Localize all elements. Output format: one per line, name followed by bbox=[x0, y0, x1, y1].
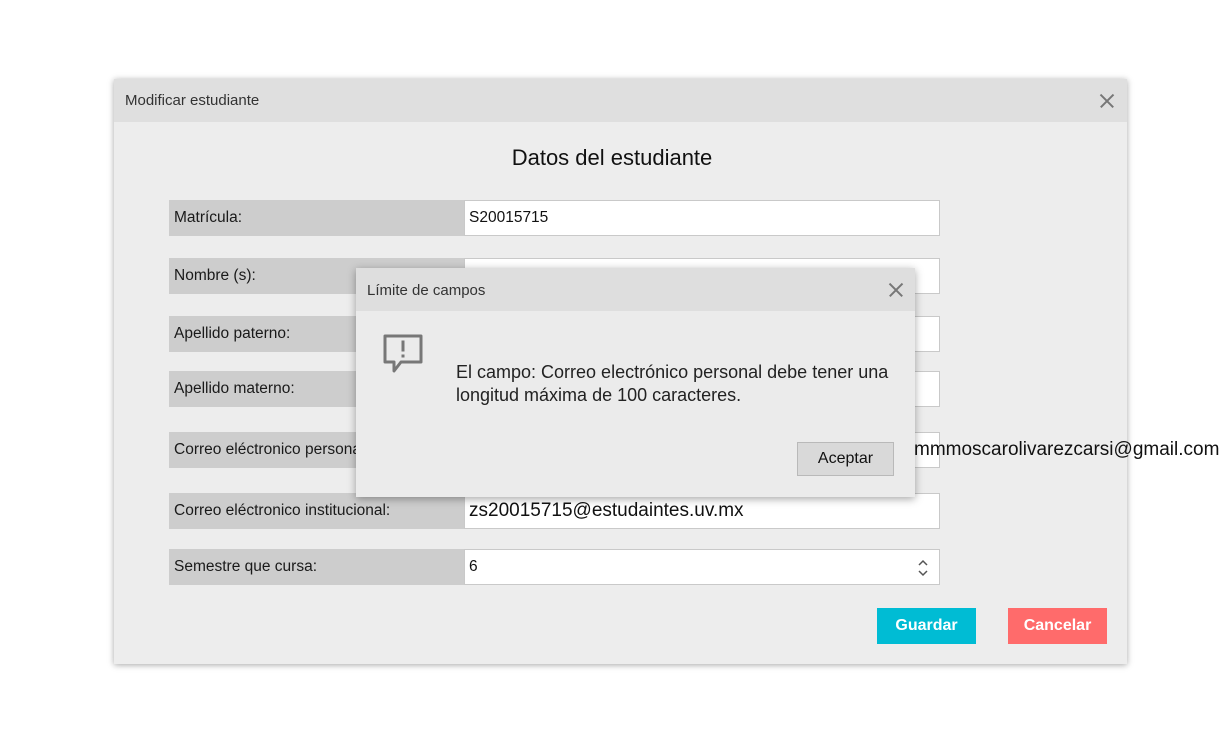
correo-institucional-label: Correo eléctronico institucional: bbox=[169, 493, 465, 529]
semestre-value: 6 bbox=[469, 558, 478, 575]
close-icon[interactable] bbox=[1097, 91, 1117, 111]
semestre-label: Semestre que cursa: bbox=[169, 549, 465, 585]
window-title: Modificar estudiante bbox=[125, 92, 260, 109]
semestre-spinner[interactable]: 6 bbox=[464, 549, 940, 585]
dialog-message: El campo: Correo electrónico personal de… bbox=[456, 362, 889, 405]
page-title: Datos del estudiante bbox=[511, 145, 713, 170]
dialog-close-icon[interactable] bbox=[886, 280, 906, 300]
window-titlebar[interactable]: Modificar estudiante bbox=[114, 79, 1127, 122]
accept-button[interactable]: Aceptar bbox=[797, 442, 894, 476]
correo-personal-value: mmmoscarolivarezcarsi@gmail.com bbox=[914, 439, 1220, 460]
dialog-title: Límite de campos bbox=[367, 282, 486, 299]
matricula-label: Matrícula: bbox=[169, 200, 465, 236]
message-alert-icon bbox=[383, 334, 423, 373]
matricula-input[interactable]: S20015715 bbox=[464, 200, 940, 236]
save-button[interactable]: Guardar bbox=[877, 608, 976, 644]
spinner-arrows-icon[interactable] bbox=[917, 558, 929, 578]
correo-institucional-input[interactable]: zs20015715@estudaintes.uv.mx bbox=[464, 493, 940, 529]
cancel-button[interactable]: Cancelar bbox=[1008, 608, 1107, 644]
dialog-titlebar[interactable]: Límite de campos bbox=[356, 268, 915, 311]
field-limit-dialog: Límite de campos El campo: Correo electr… bbox=[356, 268, 915, 497]
